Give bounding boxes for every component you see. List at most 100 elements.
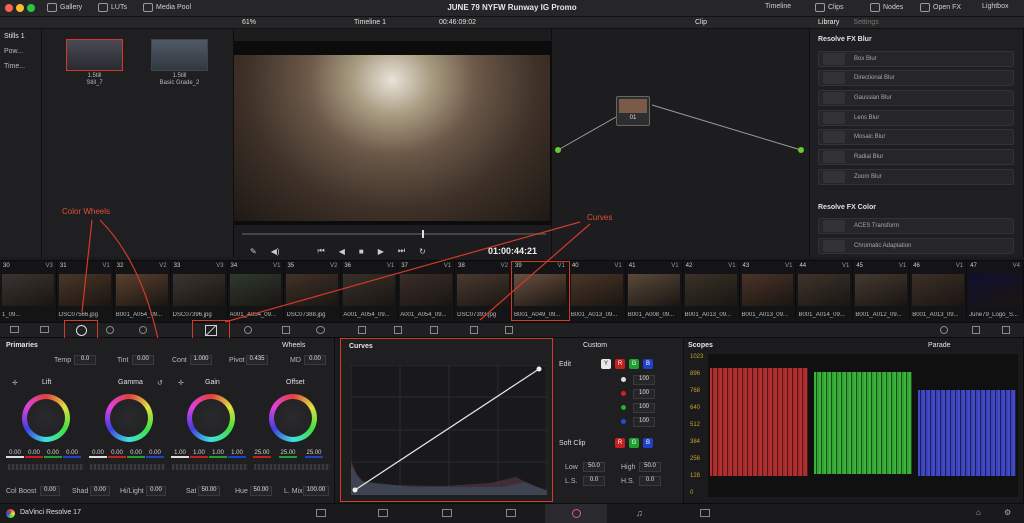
scope-level-label: 896 xyxy=(690,371,701,377)
color-page-button[interactable] xyxy=(545,504,607,523)
gain-master-slider[interactable] xyxy=(172,464,248,470)
r-channel-dot xyxy=(621,391,626,396)
lift-wheel[interactable] xyxy=(22,394,70,442)
softclip-r-button[interactable]: R xyxy=(615,438,625,448)
tint-field[interactable]: 0.00 xyxy=(132,355,154,365)
wheel-value[interactable]: 0.00 xyxy=(44,450,62,458)
softclip-label: Soft Clip xyxy=(559,440,586,447)
softclip-g-button[interactable]: G xyxy=(629,438,639,448)
shad-label: Shad xyxy=(72,488,89,495)
colboost-label: Col Boost xyxy=(6,488,37,495)
edit-page-icon[interactable] xyxy=(442,509,452,517)
channel-r-button[interactable]: R xyxy=(615,359,625,369)
contrast-label: Cont xyxy=(172,357,187,364)
channel-b-button[interactable]: B xyxy=(643,359,653,369)
hue-field[interactable]: 50.00 xyxy=(250,486,272,496)
offset-master-slider[interactable] xyxy=(254,464,330,470)
settings-icon[interactable]: ⚙ xyxy=(1004,508,1011,517)
wheel-value[interactable]: 0.00 xyxy=(127,450,145,458)
sat-label: Sat xyxy=(186,488,197,495)
wheel-value[interactable]: 0.00 xyxy=(146,450,164,458)
wheel-value[interactable]: 25.00 xyxy=(253,450,271,458)
wheel-value[interactable]: 1.00 xyxy=(171,450,189,458)
fusion-page-icon[interactable] xyxy=(506,509,516,517)
wheel-value[interactable]: 1.00 xyxy=(209,450,227,458)
gain-label: Gain xyxy=(205,379,220,386)
lmix-field[interactable]: 100.00 xyxy=(303,486,329,496)
wheel-value[interactable]: 25.00 xyxy=(279,450,297,458)
r-intensity-field[interactable]: 100 xyxy=(633,389,655,399)
wheel-value[interactable]: 0.00 xyxy=(63,450,81,458)
wheel-value[interactable]: 0.00 xyxy=(108,450,126,458)
scopes-panel: Scopes Parade xyxy=(684,338,1024,503)
scope-level-label: 768 xyxy=(690,388,701,394)
lift-picker-icon[interactable]: ✛ xyxy=(12,379,18,387)
hs-field[interactable]: 0.0 xyxy=(639,476,661,486)
media-page-icon[interactable] xyxy=(316,509,326,517)
scope-mode-selector[interactable]: Parade xyxy=(928,342,951,349)
temp-field[interactable]: 0.0 xyxy=(74,355,96,365)
md-field[interactable]: 0.00 xyxy=(304,355,326,365)
curve-mode-selector[interactable]: Custom xyxy=(583,342,607,349)
fairlight-page-icon[interactable]: ♫ xyxy=(636,508,643,518)
lift-master-slider[interactable] xyxy=(8,464,84,470)
gamma-master-slider[interactable] xyxy=(90,464,166,470)
blue-parade xyxy=(918,390,1016,476)
colboost-field[interactable]: 0.00 xyxy=(40,486,60,496)
y-intensity-field[interactable]: 100 xyxy=(633,375,655,385)
primaries-mode-selector[interactable]: Wheels xyxy=(282,342,305,349)
lmix-label: L. Mix xyxy=(284,488,303,495)
g-intensity-field[interactable]: 100 xyxy=(633,403,655,413)
wheel-value[interactable]: 0.00 xyxy=(89,450,107,458)
wheel-value[interactable]: 1.00 xyxy=(190,450,208,458)
ls-field[interactable]: 0.0 xyxy=(583,476,605,486)
low-field[interactable]: 50.0 xyxy=(583,462,605,472)
green-parade xyxy=(814,372,912,474)
curve-point-black[interactable] xyxy=(352,487,358,493)
lift-label: Lift xyxy=(42,379,52,386)
temp-label: Temp xyxy=(54,357,72,364)
pivot-label: Pivot xyxy=(229,357,245,364)
gain-picker-icon[interactable]: ✛ xyxy=(178,379,184,387)
curves-title: Curves xyxy=(349,343,373,350)
home-icon[interactable]: ⌂ xyxy=(976,508,981,517)
curve-point-white[interactable] xyxy=(536,366,542,372)
scope-level-label: 0 xyxy=(690,490,694,496)
deliver-page-icon[interactable] xyxy=(700,509,710,517)
red-parade xyxy=(710,368,808,476)
scope-level-label: 256 xyxy=(690,456,701,462)
curve-edit-panel: Custom Edit Y R G B 100 100 100 100 Soft… xyxy=(553,338,684,503)
gain-wheel[interactable] xyxy=(187,394,235,442)
primaries-title: Primaries xyxy=(6,342,38,349)
page-bar: DaVinci Resolve 17 ♫ ⌂ ⚙ xyxy=(0,503,1024,523)
edit-label: Edit xyxy=(559,361,572,368)
gamma-label: Gamma xyxy=(118,379,143,386)
wheel-value[interactable]: 25.00 xyxy=(305,450,323,458)
channel-g-button[interactable]: G xyxy=(629,359,639,369)
channel-y-button[interactable]: Y xyxy=(601,359,611,369)
hilight-label: Hi/Light xyxy=(120,488,144,495)
scope-level-label: 128 xyxy=(690,473,701,479)
ls-label: L.S. xyxy=(565,478,578,485)
hue-label: Hue xyxy=(235,488,248,495)
offset-wheel[interactable] xyxy=(269,394,317,442)
scope-level-label: 1023 xyxy=(690,354,704,360)
cut-page-icon[interactable] xyxy=(378,509,388,517)
wheel-value[interactable]: 1.00 xyxy=(228,450,246,458)
color-page-icon xyxy=(571,509,581,518)
high-field[interactable]: 50.0 xyxy=(639,462,661,472)
gamma-wheel[interactable] xyxy=(105,394,153,442)
curve-graph[interactable] xyxy=(351,365,547,495)
b-channel-dot xyxy=(621,419,626,424)
shad-field[interactable]: 0.00 xyxy=(90,486,110,496)
contrast-field[interactable]: 1.000 xyxy=(190,355,212,365)
pivot-field[interactable]: 0.435 xyxy=(246,355,268,365)
gamma-reset-icon[interactable]: ↺ xyxy=(157,379,163,387)
hilight-field[interactable]: 0.00 xyxy=(146,486,166,496)
parade-scope xyxy=(708,354,1018,497)
wheel-value[interactable]: 0.00 xyxy=(25,450,43,458)
softclip-b-button[interactable]: B xyxy=(643,438,653,448)
b-intensity-field[interactable]: 100 xyxy=(633,417,655,427)
wheel-value[interactable]: 0.00 xyxy=(6,450,24,458)
sat-field[interactable]: 50.00 xyxy=(198,486,220,496)
